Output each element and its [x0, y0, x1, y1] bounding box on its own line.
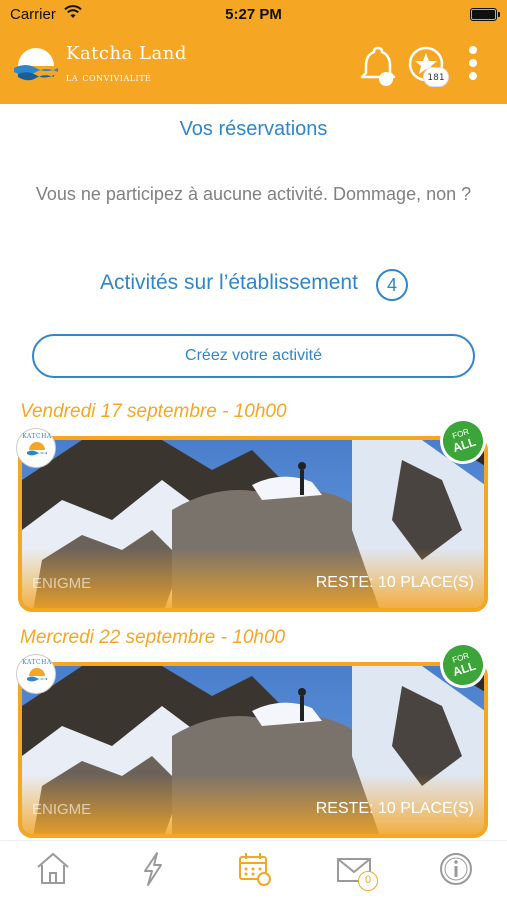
activity-category: ENIGME [32, 801, 92, 818]
activity-card[interactable]: ENIGME RESTE: 10 PLACE(S) [18, 436, 488, 612]
clock: 5:27 PM [225, 6, 282, 23]
create-activity-button[interactable]: Créez votre activité [32, 334, 475, 378]
reservations-title: Vos réservations [179, 118, 328, 140]
mail-count-badge: 0 [358, 871, 378, 891]
more-menu-icon[interactable] [466, 44, 480, 84]
bell-icon[interactable] [356, 44, 400, 88]
reservations-empty-message: Vous ne participez à aucune activité. Do… [35, 184, 472, 204]
activity-date: Vendredi 17 septembre - 10h00 [20, 401, 287, 422]
info-icon[interactable] [436, 847, 476, 891]
activity-card[interactable]: ENIGME RESTE: 10 PLACE(S) [18, 662, 488, 838]
tab-bar [0, 840, 507, 900]
activity-date: Mercredi 22 septembre - 10h00 [20, 627, 286, 648]
venue-logo: KATCHA [16, 428, 56, 468]
battery-icon [470, 8, 500, 21]
activity-places: RESTE: 10 PLACE(S) [315, 574, 474, 591]
star-count-badge: 181 [423, 67, 449, 87]
lightning-icon[interactable] [133, 847, 173, 891]
brand-name: Katcha Land [66, 43, 187, 64]
brand-tagline: la convivialité [66, 70, 152, 84]
activities-count-badge: 4 [376, 269, 408, 301]
activities-title: Activités sur l’établissement [100, 271, 358, 294]
activity-places: RESTE: 10 PLACE(S) [315, 800, 474, 817]
home-icon[interactable] [33, 847, 73, 891]
calendar-icon[interactable] [234, 847, 274, 891]
venue-logo: KATCHA [16, 654, 56, 694]
brand-logo [14, 48, 58, 81]
status-bar: Carrier 5:27 PM [0, 0, 507, 30]
app-header: Carrier 5:27 PM Katcha Land la convivial… [0, 0, 507, 104]
activity-category: ENIGME [32, 575, 92, 592]
